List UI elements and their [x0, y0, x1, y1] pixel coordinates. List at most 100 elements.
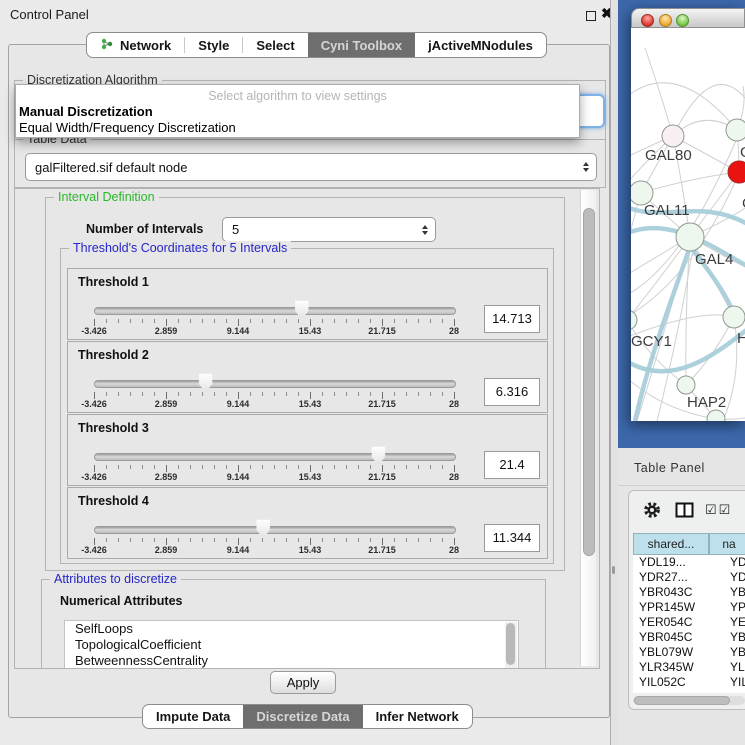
network-node-GAL4[interactable] — [676, 223, 704, 251]
network-node-label: GCY1 — [631, 333, 672, 350]
tab-cyni-toolbox[interactable]: Cyni Toolbox — [308, 33, 415, 57]
slider-thumb[interactable] — [370, 446, 386, 466]
tick-label: 9.144 — [227, 326, 250, 336]
slider-track[interactable] — [94, 307, 456, 315]
table-data-combobox[interactable]: galFiltered.sif default node — [25, 153, 597, 181]
tab-infer-network[interactable]: Infer Network — [363, 705, 472, 728]
tab-discretize-data[interactable]: Discretize Data — [243, 705, 362, 728]
attribute-list-item[interactable]: BetweennessCentrality — [65, 653, 518, 669]
scrollbar-thumb[interactable] — [506, 623, 515, 665]
table-row[interactable]: YER054CYER0 — [633, 615, 745, 630]
float-window-icon[interactable] — [586, 11, 596, 21]
tab-jactivemnodules[interactable]: jActiveMNodules — [415, 33, 546, 57]
slider-major-ticks — [94, 538, 455, 545]
network-node-red-node[interactable] — [728, 161, 745, 183]
panel-title: Control Panel — [10, 7, 89, 22]
network-node-GAL80[interactable] — [662, 125, 684, 147]
network-node-label: GA — [740, 144, 745, 161]
network-canvas[interactable]: GAL80GACGAL11GAL4GCY1HHAP2 — [631, 28, 745, 421]
attribute-list-item[interactable]: TopologicalCoefficient — [65, 637, 518, 653]
settings-scrollpane: Interval Definition Number of Intervals … — [14, 188, 600, 669]
network-edge — [686, 317, 734, 385]
gear-icon[interactable] — [643, 501, 661, 519]
combo-value: galFiltered.sif default node — [26, 160, 583, 175]
close-traffic-light[interactable] — [641, 14, 654, 27]
tick-label: 21.715 — [368, 399, 396, 409]
stepper-icon — [422, 225, 428, 235]
number-of-intervals-combobox[interactable]: 5 — [222, 217, 436, 242]
table-cell: YDL1 — [723, 555, 745, 570]
table-cell: YBL0 — [723, 645, 745, 660]
threshold-value-field[interactable]: 6.316 — [484, 378, 540, 406]
network-node-label: H — [737, 330, 745, 347]
threshold-value-field[interactable]: 21.4 — [484, 451, 540, 479]
table-panel: Table Panel ☑☑ shared... na YDL19...YDL1… — [618, 448, 745, 745]
dropdown-option-manual[interactable]: Manual Discretization — [19, 104, 153, 119]
table-row[interactable]: YLR345WYLR3 — [633, 660, 745, 675]
column-header-name[interactable]: na — [709, 533, 745, 555]
table-cell: YBR0 — [723, 585, 745, 600]
split-columns-icon[interactable] — [675, 502, 695, 518]
tick-label: 21.715 — [368, 326, 396, 336]
threshold-label: Threshold 3 — [78, 421, 149, 435]
slider-thumb[interactable] — [198, 373, 214, 393]
tab-style[interactable]: Style — [185, 33, 242, 57]
settings-scrollbar[interactable] — [580, 190, 596, 666]
threshold-value-field[interactable]: 11.344 — [484, 524, 540, 552]
network-node-H-clipped[interactable] — [723, 306, 745, 328]
slider-thumb[interactable] — [255, 519, 271, 539]
table-horizontal-scrollbar[interactable] — [633, 696, 745, 705]
table-row[interactable]: YBR045CYBR0 — [633, 630, 745, 645]
slider-thumb[interactable] — [294, 300, 310, 320]
tab-network[interactable]: Network — [87, 33, 184, 57]
table-row[interactable]: YPR145WYPR1 — [633, 600, 745, 615]
table-row[interactable]: YBL079WYBL0 — [633, 645, 745, 660]
table-row[interactable]: YDL19...YDL1 — [633, 555, 745, 570]
column-header-shared-name[interactable]: shared... — [633, 533, 709, 555]
tick-label: -3.426 — [81, 472, 107, 482]
scrollbar-thumb[interactable] — [583, 208, 595, 556]
threshold-label: Threshold 1 — [78, 275, 149, 289]
splitter-grip[interactable] — [612, 566, 615, 574]
table-row[interactable]: YBR043CYBR0 — [633, 585, 745, 600]
table-panel-title: Table Panel — [634, 461, 705, 475]
table-cell: YLR345W — [633, 660, 723, 675]
network-node-GCY1[interactable] — [631, 310, 637, 330]
tick-label: 9.144 — [227, 545, 250, 555]
table-cell: YPR1 — [723, 600, 745, 615]
table-container: ☑☑ shared... na YDL19...YDL1YDR27...YDR2… — [628, 490, 745, 710]
network-window-titlebar[interactable] — [631, 8, 745, 28]
slider-track[interactable] — [94, 380, 456, 388]
slider-track[interactable] — [94, 453, 456, 461]
dropdown-option-equal-width[interactable]: Equal Width/Frequency Discretization — [19, 120, 236, 135]
group-title: Interval Definition — [54, 190, 159, 204]
attribute-list-item[interactable]: SelfLoops — [65, 621, 518, 637]
network-edge — [641, 172, 739, 193]
minimize-traffic-light[interactable] — [659, 14, 672, 27]
stepper-icon — [583, 162, 589, 172]
zoom-traffic-light[interactable] — [676, 14, 689, 27]
tick-label: 28 — [449, 399, 459, 409]
group-title: Threshold's Coordinates for 5 Intervals — [69, 241, 291, 255]
tick-label: 15.43 — [299, 399, 322, 409]
apply-button[interactable]: Apply — [270, 671, 336, 694]
checkbox-icons[interactable]: ☑☑ — [705, 502, 732, 518]
slider-track[interactable] — [94, 526, 456, 534]
network-node-HAP2[interactable] — [677, 376, 695, 394]
threshold-value-field[interactable]: 14.713 — [484, 305, 540, 333]
slider-major-ticks — [94, 465, 455, 472]
scrollbar-thumb[interactable] — [634, 696, 730, 705]
tab-impute-data[interactable]: Impute Data — [143, 705, 243, 728]
network-node-label: GAL11 — [644, 202, 690, 219]
numerical-attributes-label: Numerical Attributes — [60, 594, 182, 608]
table-row[interactable]: YIL052CYIL0 — [633, 675, 745, 690]
network-node-GA-clipped[interactable] — [726, 119, 745, 141]
tab-select[interactable]: Select — [243, 33, 307, 57]
table-cell: YBR0 — [723, 630, 745, 645]
threshold-coordinates-group: Threshold's Coordinates for 5 Intervals … — [60, 248, 554, 564]
table-row[interactable]: YDR27...YDR2 — [633, 570, 745, 585]
threshold-box: Threshold 2-3.4262.8599.14415.4321.71528… — [67, 341, 548, 413]
control-panel: Control Panel ✖ Network Style Select Cyn… — [0, 0, 612, 745]
list-scrollbar[interactable] — [505, 622, 517, 668]
tick-label: 28 — [449, 472, 459, 482]
